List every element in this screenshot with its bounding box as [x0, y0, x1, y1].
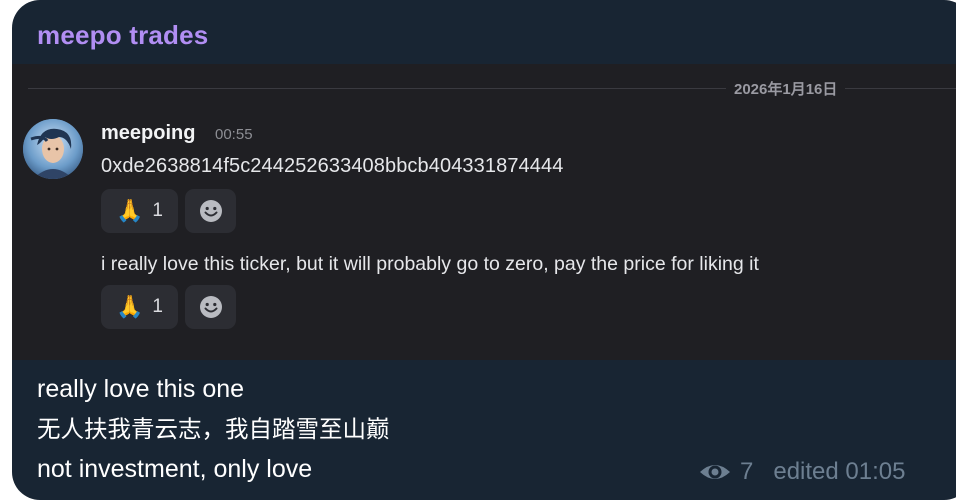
- message-text: i really love this ticker, but it will p…: [101, 253, 759, 275]
- channel-post-bubble: meepo trades 2026年1月16日 meepoing 00:55 0…: [12, 0, 956, 500]
- caption-line: not investment, only love: [37, 455, 313, 483]
- reaction-count: 1: [152, 200, 163, 221]
- avatar[interactable]: [23, 119, 83, 179]
- add-reaction-button[interactable]: [185, 189, 236, 233]
- reaction-pill[interactable]: 🙏 1: [101, 285, 178, 329]
- reaction-pill[interactable]: 🙏 1: [101, 189, 178, 233]
- author-username[interactable]: meepoing: [101, 122, 195, 145]
- folded-hands-icon: 🙏: [116, 294, 144, 319]
- caption-line: really love this one: [37, 375, 245, 403]
- reaction-count: 1: [152, 296, 163, 317]
- avatar-image: [23, 119, 83, 179]
- message-text: 0xde2638814f5c244252633408bbcb4043318744…: [101, 155, 564, 177]
- forwarded-screenshot[interactable]: 2026年1月16日 meepoing 00:55 0xde2638814f5c…: [12, 64, 956, 360]
- edited-time: edited 01:05: [773, 458, 906, 485]
- folded-hands-icon: 🙏: [116, 198, 144, 223]
- channel-name[interactable]: meepo trades: [37, 20, 208, 51]
- message-time: 00:55: [215, 126, 253, 143]
- caption-line: 无人扶我青云志，我自踏雪至山巅: [37, 415, 390, 443]
- date-label: 2026年1月16日: [726, 78, 846, 99]
- post-meta: 7 edited 01:05: [698, 458, 905, 486]
- add-reaction-button[interactable]: [185, 285, 236, 329]
- eye-icon: [700, 465, 730, 479]
- view-count: 7: [740, 458, 754, 485]
- smiley-icon: [199, 296, 222, 318]
- smiley-icon: [199, 200, 222, 222]
